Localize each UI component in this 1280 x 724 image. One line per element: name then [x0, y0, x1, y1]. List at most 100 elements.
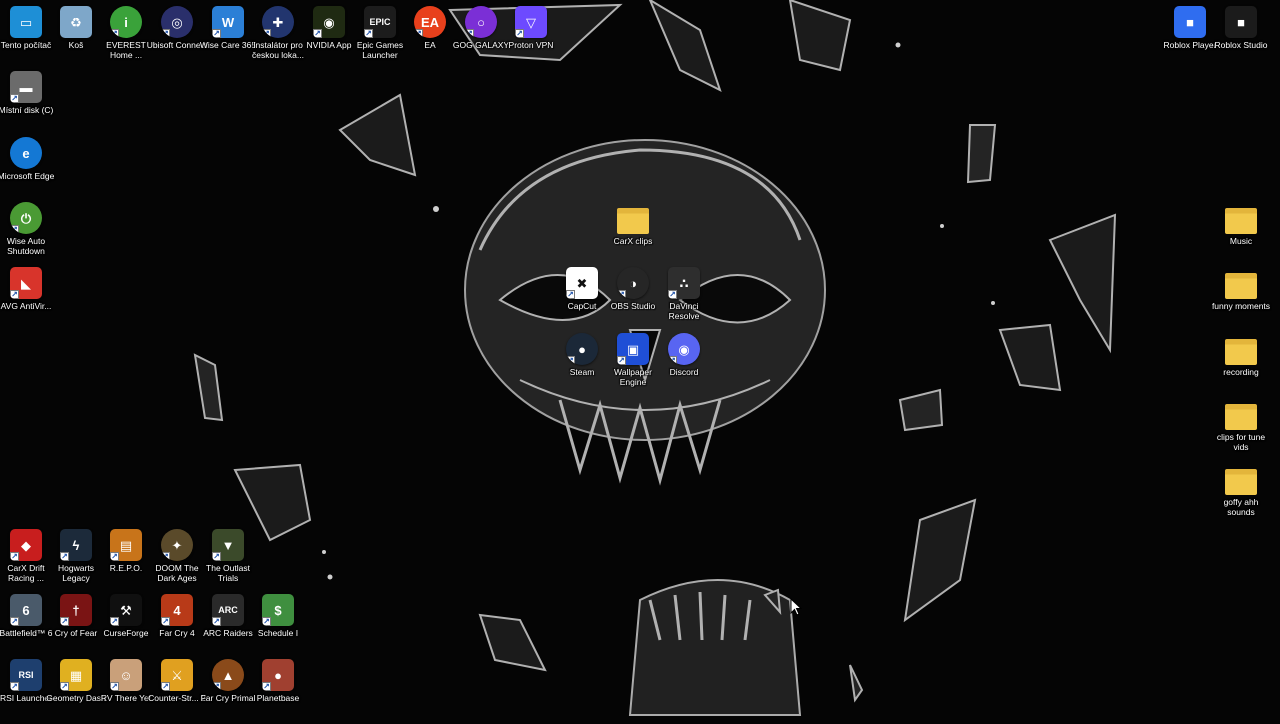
counter-strike-icon: ⚔ ↗	[161, 659, 193, 691]
shield-icon: W ↗	[212, 6, 244, 38]
icon-glyph: ◆	[21, 537, 31, 553]
icon-glyph: ◉	[323, 14, 335, 30]
desktop-icon-steam[interactable]: ● ↗ Steam	[556, 333, 608, 398]
shortcut-arrow-icon: ↗	[161, 552, 170, 561]
desktop-icon-label: The Outlast Trials	[206, 563, 250, 583]
shortcut-arrow-icon: ↗	[668, 356, 677, 365]
folder-icon	[1225, 469, 1257, 495]
shortcut-arrow-icon: ↗	[515, 29, 524, 38]
shortcut-arrow-icon: ↗	[313, 29, 322, 38]
desktop-icon-tento-pocitac[interactable]: ▭ Tento počítač	[0, 6, 52, 71]
shortcut-arrow-icon: ↗	[161, 617, 170, 626]
shortcut-arrow-icon: ↗	[465, 29, 474, 38]
schedule-i-icon: $ ↗	[262, 594, 294, 626]
desktop-icon-capcut[interactable]: ✖ ↗ CapCut	[556, 267, 608, 332]
shortcut-arrow-icon: ↗	[60, 617, 69, 626]
desktop-icon-counter-strike-2[interactable]: ⚔ ↗ Counter-Str... 2	[148, 659, 206, 724]
desktop-icon-hogwarts-legacy[interactable]: ϟ ↗ Hogwarts Legacy	[50, 529, 102, 594]
desktop-icon-funny-moments-folder[interactable]: funny moments	[1212, 267, 1270, 332]
desktop-icon-ubisoft-connect[interactable]: ◎ ↗ Ubisoft Connect	[147, 6, 207, 71]
desktop-icon-geometry-dash[interactable]: ▦ ↗ Geometry Dash	[46, 659, 106, 724]
desktop-icon-obs-studio[interactable]: ◑ ↗ OBS Studio	[607, 267, 659, 332]
icon-glyph: ●	[578, 341, 586, 357]
icon-glyph: EPIC	[369, 16, 391, 27]
desktop-icon-davinci-resolve[interactable]: ∴ ↗ DaVinci Resolve	[658, 267, 710, 332]
recycle-bin-icon: ♻	[60, 6, 92, 38]
desktop-icon-label: AVG AntiVir...	[0, 301, 52, 311]
shortcut-arrow-icon: ↗	[262, 682, 271, 691]
icon-glyph: ○	[477, 14, 485, 30]
desktop-icon-nvidia-app[interactable]: ◉ ↗ NVIDIA App	[303, 6, 355, 71]
desktop-icon-ea[interactable]: EA ↗ EA	[404, 6, 456, 71]
desktop-icon-carx-clips-folder[interactable]: CarX clips	[607, 202, 659, 267]
icon-glyph: 6	[22, 602, 30, 618]
shortcut-arrow-icon: ↗	[60, 552, 69, 561]
desktop-icon-repo[interactable]: ▤ ↗ R.E.P.O.	[100, 529, 152, 594]
desktop-icon-clips-for-tune-vids-folder[interactable]: clips for tune vids	[1215, 398, 1267, 463]
desktop-icon-schedule-i[interactable]: $ ↗ Schedule I	[252, 594, 304, 659]
desktop-icon-wise-care[interactable]: W ↗ Wise Care 365	[200, 6, 256, 71]
desktop-icon-avg-antivirus[interactable]: ◣ ↗ AVG AntiVir...	[0, 267, 52, 332]
shortcut-arrow-icon: ↗	[617, 356, 626, 365]
shortcut-arrow-icon: ↗	[10, 617, 19, 626]
icon-glyph: ☺	[119, 667, 133, 683]
desktop-icon-wallpaper-engine[interactable]: ▣ ↗ Wallpaper Engine	[607, 333, 659, 398]
desktop-icon-label: Proton VPN	[508, 40, 554, 50]
desktop-icon-far-cry-primal[interactable]: ▲ ↗ Far Cry Primal	[201, 659, 255, 724]
desktop-icon-roblox-studio[interactable]: ■ Roblox Studio	[1215, 6, 1267, 71]
cry-of-fear-icon: † ↗	[60, 594, 92, 626]
desktop-icon-cry-of-fear[interactable]: † ↗ Cry of Fear	[50, 594, 102, 659]
desktop-icon-gog-galaxy[interactable]: ○ ↗ GOG GALAXY	[453, 6, 509, 71]
desktop-icon-epic-games[interactable]: EPIC ↗ Epic Games Launcher	[354, 6, 406, 71]
repo-icon: ▤ ↗	[110, 529, 142, 561]
desktop-icon-rv-there-yet[interactable]: ☺ ↗ RV There Yet	[100, 659, 152, 724]
desktop-icon-everest[interactable]: i ↗ EVEREST Home ...	[100, 6, 152, 71]
desktop-icon-label: Microsoft Edge	[0, 171, 55, 181]
shutdown-icon: ⏻ ↗	[10, 202, 42, 234]
icon-glyph: W	[221, 14, 235, 30]
arc-raiders-icon: ARC ↗	[212, 594, 244, 626]
far-cry-4-icon: 4 ↗	[161, 594, 193, 626]
icon-glyph: EA	[420, 14, 440, 30]
desktop-icon-battlefield-6[interactable]: 6 ↗ Battlefield™ 6	[0, 594, 52, 659]
mouse-cursor-icon	[790, 598, 802, 616]
shortcut-arrow-icon: ↗	[10, 290, 19, 299]
desktop-icon-arc-raiders[interactable]: ARC ↗ ARC Raiders	[202, 594, 254, 659]
shortcut-arrow-icon: ↗	[110, 617, 119, 626]
info-icon: i ↗	[110, 6, 142, 38]
desktop-icon-curseforge[interactable]: ⚒ ↗ CurseForge	[100, 594, 152, 659]
geometry-dash-icon: ▦ ↗	[60, 659, 92, 691]
desktop-icon-label: Music	[1229, 236, 1253, 246]
disk-icon: ▬ ↗	[10, 71, 42, 103]
desktop-icon-doom-the-dark-ages[interactable]: ✦ ↗ DOOM The Dark Ages	[151, 529, 203, 594]
desktop-icon-goffy-ahh-sounds-folder[interactable]: goffy ahh sounds	[1215, 463, 1267, 528]
desktop-icon-outlast-trials[interactable]: ▼ ↗ The Outlast Trials	[202, 529, 254, 594]
desktop-icon-carx-drift-racing[interactable]: ◆ ↗ CarX Drift Racing ...	[0, 529, 52, 594]
desktop-icon-roblox-player[interactable]: ■ Roblox Player	[1164, 6, 1216, 71]
shortcut-arrow-icon: ↗	[212, 682, 221, 691]
desktop-icon-discord[interactable]: ◉ ↗ Discord	[658, 333, 710, 398]
desktop-icon-music-folder[interactable]: Music	[1215, 202, 1267, 267]
desktop-icon-local-disk[interactable]: ▬ ↗ Místní disk (C)	[0, 71, 53, 136]
desktop-icon-proton-vpn[interactable]: ▽ ↗ Proton VPN	[505, 6, 557, 71]
proton-vpn-icon: ▽ ↗	[515, 6, 547, 38]
folder-icon	[617, 208, 649, 234]
desktop-icon-wise-auto-shutdown[interactable]: ⏻ ↗ Wise Auto Shutdown	[0, 202, 52, 267]
icon-glyph: ▭	[19, 14, 33, 30]
icon-glyph: ✖	[576, 275, 588, 291]
desktop-icon-czech-installer[interactable]: ✚ ↗ Instalátor pro českou loka...	[252, 6, 304, 71]
desktop-icon-recording-folder[interactable]: recording	[1215, 333, 1267, 398]
shortcut-arrow-icon: ↗	[566, 356, 575, 365]
icon-glyph: ◉	[678, 341, 690, 357]
shortcut-arrow-icon: ↗	[60, 682, 69, 691]
desktop-icon-kos[interactable]: ♻ Koš	[50, 6, 102, 71]
desktop-icon-far-cry-4[interactable]: 4 ↗ Far Cry 4	[151, 594, 203, 659]
desktop-icon-rsi-launcher[interactable]: RSI ↗ RSI Launcher	[0, 659, 52, 724]
icon-glyph: ⚔	[171, 667, 183, 683]
hogwarts-icon: ϟ ↗	[60, 529, 92, 561]
desktop-icon-planetbase[interactable]: ● ↗ Planetbase	[252, 659, 304, 724]
icon-glyph: ◣	[21, 275, 31, 291]
icon-glyph: ▼	[221, 537, 235, 553]
desktop-icon-microsoft-edge[interactable]: e Microsoft Edge	[0, 137, 54, 202]
battlefield-icon: 6 ↗	[10, 594, 42, 626]
